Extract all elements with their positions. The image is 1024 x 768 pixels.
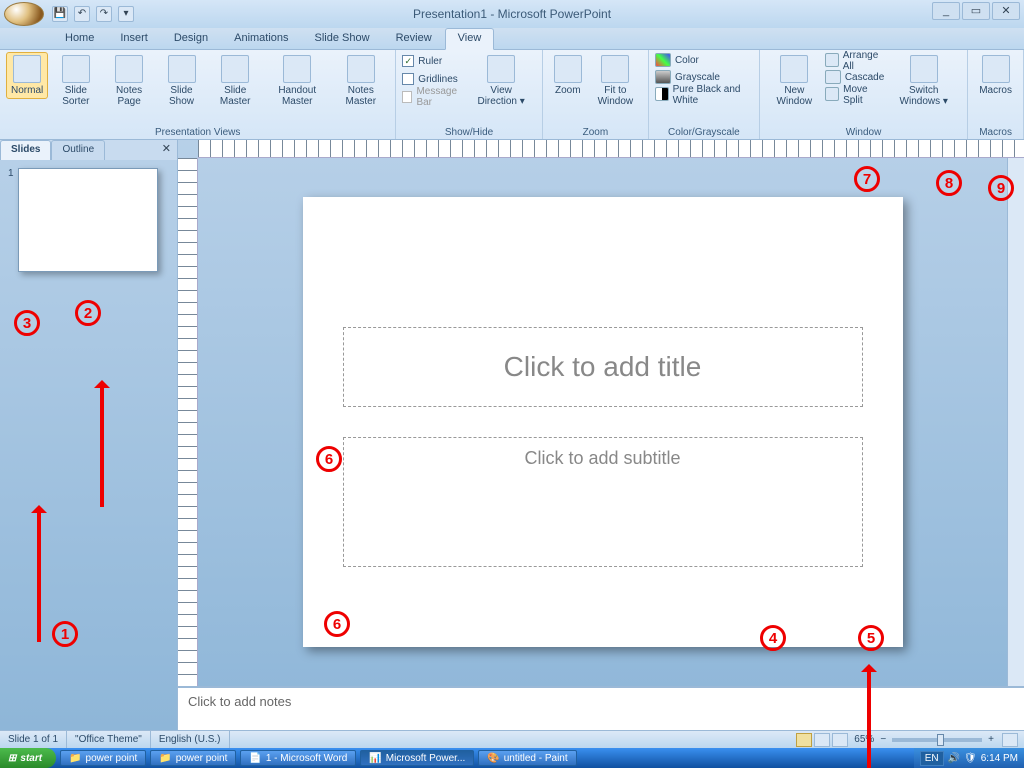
status-theme: "Office Theme"	[67, 731, 151, 748]
maximize-button[interactable]: ▭	[962, 2, 990, 20]
system-tray: EN 🔊 🛡 6:14 PM	[914, 748, 1024, 768]
status-bar: Slide 1 of 1 "Office Theme" English (U.S…	[0, 730, 1024, 748]
group-show-hide: ✓Ruler Gridlines Message Bar View Direct…	[396, 50, 543, 139]
window-title: Presentation1 - Microsoft PowerPoint	[413, 7, 611, 21]
horizontal-ruler[interactable]	[198, 140, 1024, 158]
tab-view[interactable]: View	[445, 28, 495, 50]
slideshow-view-shortcut[interactable]	[832, 733, 848, 747]
new-window-button[interactable]: New Window	[766, 52, 823, 110]
thumbnail-number: 1	[8, 168, 14, 272]
status-language[interactable]: English (U.S.)	[151, 731, 230, 748]
zoom-out-button[interactable]: −	[880, 734, 886, 745]
close-button[interactable]: ✕	[992, 2, 1020, 20]
title-placeholder[interactable]: Click to add title	[343, 327, 863, 407]
normal-view-button[interactable]: Normal	[6, 52, 48, 99]
save-icon[interactable]: 💾	[52, 6, 68, 22]
windows-logo-icon: ⊞	[8, 753, 16, 764]
pane-close-icon[interactable]: ✕	[156, 140, 177, 160]
vertical-scrollbar[interactable]	[1007, 158, 1024, 686]
group-zoom: Zoom Fit to Window Zoom	[543, 50, 649, 139]
fit-slide-button[interactable]	[1002, 733, 1018, 747]
pure-bw-option[interactable]: Pure Black and White	[655, 86, 753, 103]
tab-animations[interactable]: Animations	[221, 28, 301, 49]
macros-button[interactable]: Macros	[974, 52, 1017, 99]
slide-show-button[interactable]: Slide Show	[157, 52, 207, 110]
ruler-checkbox[interactable]: ✓Ruler	[402, 52, 464, 70]
slide-thumbnail[interactable]	[18, 168, 158, 272]
notes-pane[interactable]: Click to add notes	[178, 686, 1024, 730]
arrange-all-button[interactable]: Arrange All	[825, 52, 884, 69]
vertical-ruler[interactable]	[178, 158, 198, 686]
slide-sorter-button[interactable]: Slide Sorter	[50, 52, 101, 110]
clock[interactable]: 6:14 PM	[981, 753, 1018, 764]
tab-review[interactable]: Review	[383, 28, 445, 49]
normal-view-shortcut[interactable]	[796, 733, 812, 747]
zoom-in-button[interactable]: +	[988, 734, 994, 745]
taskbar-item[interactable]: 📄 1 - Microsoft Word	[240, 750, 356, 766]
slide-canvas[interactable]: Click to add title Click to add subtitle	[303, 197, 903, 647]
tab-design[interactable]: Design	[161, 28, 221, 49]
zoom-percent: 65%	[854, 734, 874, 745]
slides-tab[interactable]: Slides	[0, 140, 51, 160]
ribbon-tabs: Home Insert Design Animations Slide Show…	[0, 28, 1024, 50]
tray-icon[interactable]: 🔊	[948, 753, 960, 764]
workspace: Slides Outline ✕ 1 Click to add title Cl…	[0, 140, 1024, 730]
group-presentation-views: Normal Slide Sorter Notes Page Slide Sho…	[0, 50, 396, 139]
slides-pane: Slides Outline ✕ 1	[0, 140, 178, 730]
redo-icon[interactable]: ↷	[96, 6, 112, 22]
move-split-button[interactable]: Move Split	[825, 86, 884, 103]
switch-windows-button[interactable]: Switch Windows ▾	[886, 52, 961, 110]
fit-to-window-button[interactable]: Fit to Window	[589, 52, 642, 110]
outline-tab[interactable]: Outline	[51, 140, 105, 160]
zoom-button[interactable]: Zoom	[549, 52, 587, 99]
undo-icon[interactable]: ↶	[74, 6, 90, 22]
taskbar: ⊞ start 📁 power point 📁 power point 📄 1 …	[0, 748, 1024, 768]
tab-slide-show[interactable]: Slide Show	[302, 28, 383, 49]
view-direction-button[interactable]: View Direction ▾	[466, 52, 535, 110]
title-bar: 💾 ↶ ↷ ▾ Presentation1 - Microsoft PowerP…	[0, 0, 1024, 28]
tab-home[interactable]: Home	[52, 28, 107, 49]
qat-dropdown-icon[interactable]: ▾	[118, 6, 134, 22]
taskbar-item[interactable]: 📁 power point	[150, 750, 236, 766]
office-button[interactable]	[4, 2, 44, 26]
taskbar-item[interactable]: 📊 Microsoft Power...	[360, 750, 474, 766]
start-button[interactable]: ⊞ start	[0, 748, 56, 768]
group-macros: Macros Macros	[968, 50, 1024, 139]
minimize-button[interactable]: _	[932, 2, 960, 20]
notes-page-button[interactable]: Notes Page	[103, 52, 154, 110]
subtitle-placeholder[interactable]: Click to add subtitle	[343, 437, 863, 567]
taskbar-item[interactable]: 📁 power point	[60, 750, 146, 766]
color-option[interactable]: Color	[655, 52, 753, 69]
quick-access-toolbar: 💾 ↶ ↷ ▾	[52, 6, 134, 22]
sorter-view-shortcut[interactable]	[814, 733, 830, 747]
message-bar-checkbox: Message Bar	[402, 88, 464, 106]
group-color-grayscale: Color Grayscale Pure Black and White Col…	[649, 50, 760, 139]
handout-master-button[interactable]: Handout Master	[264, 52, 330, 110]
tray-icon[interactable]: 🛡	[964, 753, 977, 764]
zoom-slider[interactable]	[892, 738, 982, 742]
notes-master-button[interactable]: Notes Master	[332, 52, 389, 110]
slide-master-button[interactable]: Slide Master	[208, 52, 262, 110]
ribbon: Normal Slide Sorter Notes Page Slide Sho…	[0, 50, 1024, 140]
status-slide-number: Slide 1 of 1	[0, 731, 67, 748]
tab-insert[interactable]: Insert	[107, 28, 161, 49]
language-indicator[interactable]: EN	[920, 751, 944, 766]
taskbar-item[interactable]: 🎨 untitled - Paint	[478, 750, 576, 766]
group-window: New Window Arrange All Cascade Move Spli…	[760, 50, 968, 139]
editor-area: Click to add title Click to add subtitle…	[178, 140, 1024, 730]
